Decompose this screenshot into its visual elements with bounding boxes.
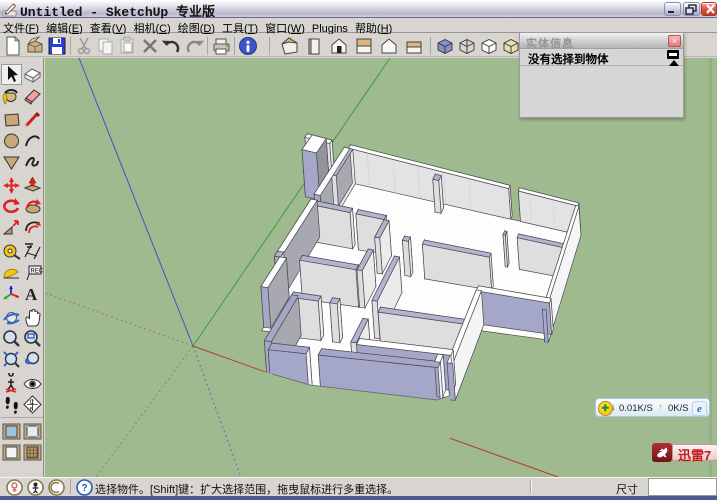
svg-text:REC: REC — [31, 269, 44, 275]
svg-text:?: ? — [82, 483, 88, 494]
svg-text:C: C — [30, 399, 35, 406]
svg-text:B: B — [30, 407, 34, 413]
svg-text:A: A — [25, 285, 38, 304]
